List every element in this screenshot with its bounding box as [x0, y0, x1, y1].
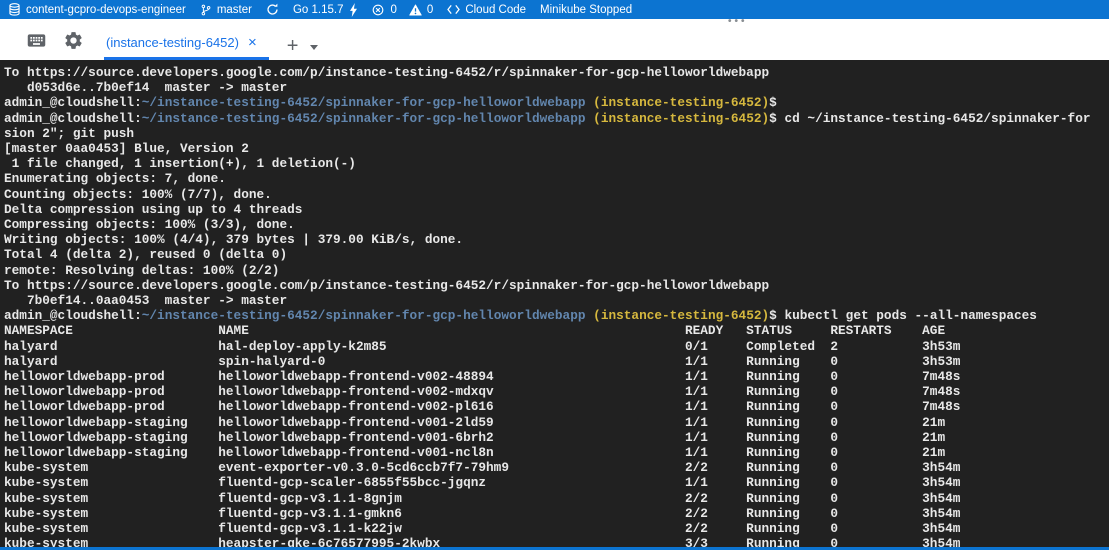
- terminal-line: sion 2"; git push: [4, 126, 1109, 141]
- warning-icon: [409, 4, 422, 16]
- tab-close-button[interactable]: ×: [248, 35, 257, 50]
- keyboard-icon: [26, 30, 47, 56]
- terminal-line: admin_@cloudshell:~/instance-testing-645…: [4, 111, 1109, 126]
- terminal-line: Delta compression using up to 4 threads: [4, 202, 1109, 217]
- sync-button[interactable]: [266, 3, 279, 16]
- cloud-shell-window: content-gcpro-devops-engineer master Go …: [0, 0, 1109, 550]
- terminal-line: d053d6e..7b0ef14 master -> master: [4, 80, 1109, 95]
- terminal-line: Total 4 (delta 2), reused 0 (delta 0): [4, 247, 1109, 262]
- terminal-line: helloworldwebapp-staging helloworldwebap…: [4, 415, 1109, 430]
- terminal-line: helloworldwebapp-prod helloworldwebapp-f…: [4, 399, 1109, 414]
- terminal-line: kube-system heapster-gke-6c76577995-2kwb…: [4, 536, 1109, 547]
- go-version-item[interactable]: Go 1.15.7: [293, 3, 358, 17]
- terminal-line: kube-system fluentd-gcp-v3.1.1-8gnjm 2/2…: [4, 491, 1109, 506]
- terminal-line: helloworldwebapp-prod helloworldwebapp-f…: [4, 384, 1109, 399]
- terminal-output: To https://source.developers.google.com/…: [0, 60, 1109, 547]
- tab-label: (instance-testing-6452): [106, 35, 239, 50]
- terminal-line: helloworldwebapp-staging helloworldwebap…: [4, 430, 1109, 445]
- terminal-line: halyard hal-deploy-apply-k2m85 0/1 Compl…: [4, 339, 1109, 354]
- terminal-line: halyard spin-halyard-0 1/1 Running 0 3h5…: [4, 354, 1109, 369]
- tab-instance-testing-6452[interactable]: (instance-testing-6452) ×: [104, 28, 269, 60]
- terminal-line: 7b0ef14..0aa0453 master -> master: [4, 293, 1109, 308]
- cloud-code-item[interactable]: Cloud Code: [447, 4, 526, 16]
- settings-button[interactable]: [63, 28, 84, 58]
- branch-status-item[interactable]: master: [200, 3, 252, 17]
- terminal-line: Counting objects: 100% (7/7), done.: [4, 187, 1109, 202]
- terminal-line: admin_@cloudshell:~/instance-testing-645…: [4, 95, 1109, 110]
- terminal-line: remote: Resolving deltas: 100% (2/2): [4, 263, 1109, 278]
- branch-name: master: [217, 4, 252, 16]
- warning-count: 0: [427, 4, 433, 16]
- code-brackets-icon: [447, 4, 460, 15]
- chevron-down-icon[interactable]: [310, 45, 318, 50]
- terminal-line: helloworldwebapp-prod helloworldwebapp-f…: [4, 369, 1109, 384]
- project-status-item[interactable]: content-gcpro-devops-engineer: [8, 3, 186, 16]
- new-tab-button[interactable]: +: [287, 36, 299, 56]
- minikube-status-item[interactable]: Minikube Stopped: [540, 4, 632, 16]
- terminal-line: kube-system fluentd-gcp-v3.1.1-k22jw 2/2…: [4, 521, 1109, 536]
- terminal[interactable]: To https://source.developers.google.com/…: [0, 60, 1109, 547]
- error-count: 0: [391, 4, 397, 16]
- terminal-line: 1 file changed, 1 insertion(+), 1 deleti…: [4, 156, 1109, 171]
- status-bar: content-gcpro-devops-engineer master Go …: [0, 0, 1109, 19]
- terminal-line: Enumerating objects: 7, done.: [4, 171, 1109, 186]
- terminal-line: NAMESPACE NAME READY STATUS RESTARTS AGE: [4, 323, 1109, 338]
- project-name: content-gcpro-devops-engineer: [26, 4, 186, 16]
- sync-icon: [266, 3, 279, 16]
- tab-bar: (instance-testing-6452) × +: [0, 26, 1109, 60]
- cloud-code-label: Cloud Code: [465, 4, 526, 16]
- keyboard-button[interactable]: [26, 28, 47, 58]
- terminal-line: To https://source.developers.google.com/…: [4, 278, 1109, 293]
- terminal-line: kube-system fluentd-gcp-v3.1.1-gmkn6 2/2…: [4, 506, 1109, 521]
- database-icon: [8, 3, 21, 16]
- git-branch-icon: [200, 3, 212, 17]
- terminal-line: To https://source.developers.google.com/…: [4, 65, 1109, 80]
- terminal-line: [master 0aa0453] Blue, Version 2: [4, 141, 1109, 156]
- terminal-line: Writing objects: 100% (4/4), 379 bytes |…: [4, 232, 1109, 247]
- terminal-line: kube-system fluentd-gcp-scaler-6855f55bc…: [4, 475, 1109, 490]
- minikube-label: Minikube Stopped: [540, 4, 632, 16]
- terminal-panel-header: ••• (instance-testing-6452) × +: [0, 19, 1109, 60]
- terminal-line: helloworldwebapp-staging helloworldwebap…: [4, 445, 1109, 460]
- error-icon: [372, 4, 384, 16]
- problems-item[interactable]: 0 0: [372, 4, 434, 16]
- go-version-label: Go 1.15.7: [293, 4, 344, 16]
- terminal-line: kube-system event-exporter-v0.3.0-5cd6cc…: [4, 460, 1109, 475]
- terminal-line: admin_@cloudshell:~/instance-testing-645…: [4, 308, 1109, 323]
- terminal-line: Compressing objects: 100% (3/3), done.: [4, 217, 1109, 232]
- lightning-icon: [349, 3, 358, 17]
- gear-icon: [63, 30, 84, 56]
